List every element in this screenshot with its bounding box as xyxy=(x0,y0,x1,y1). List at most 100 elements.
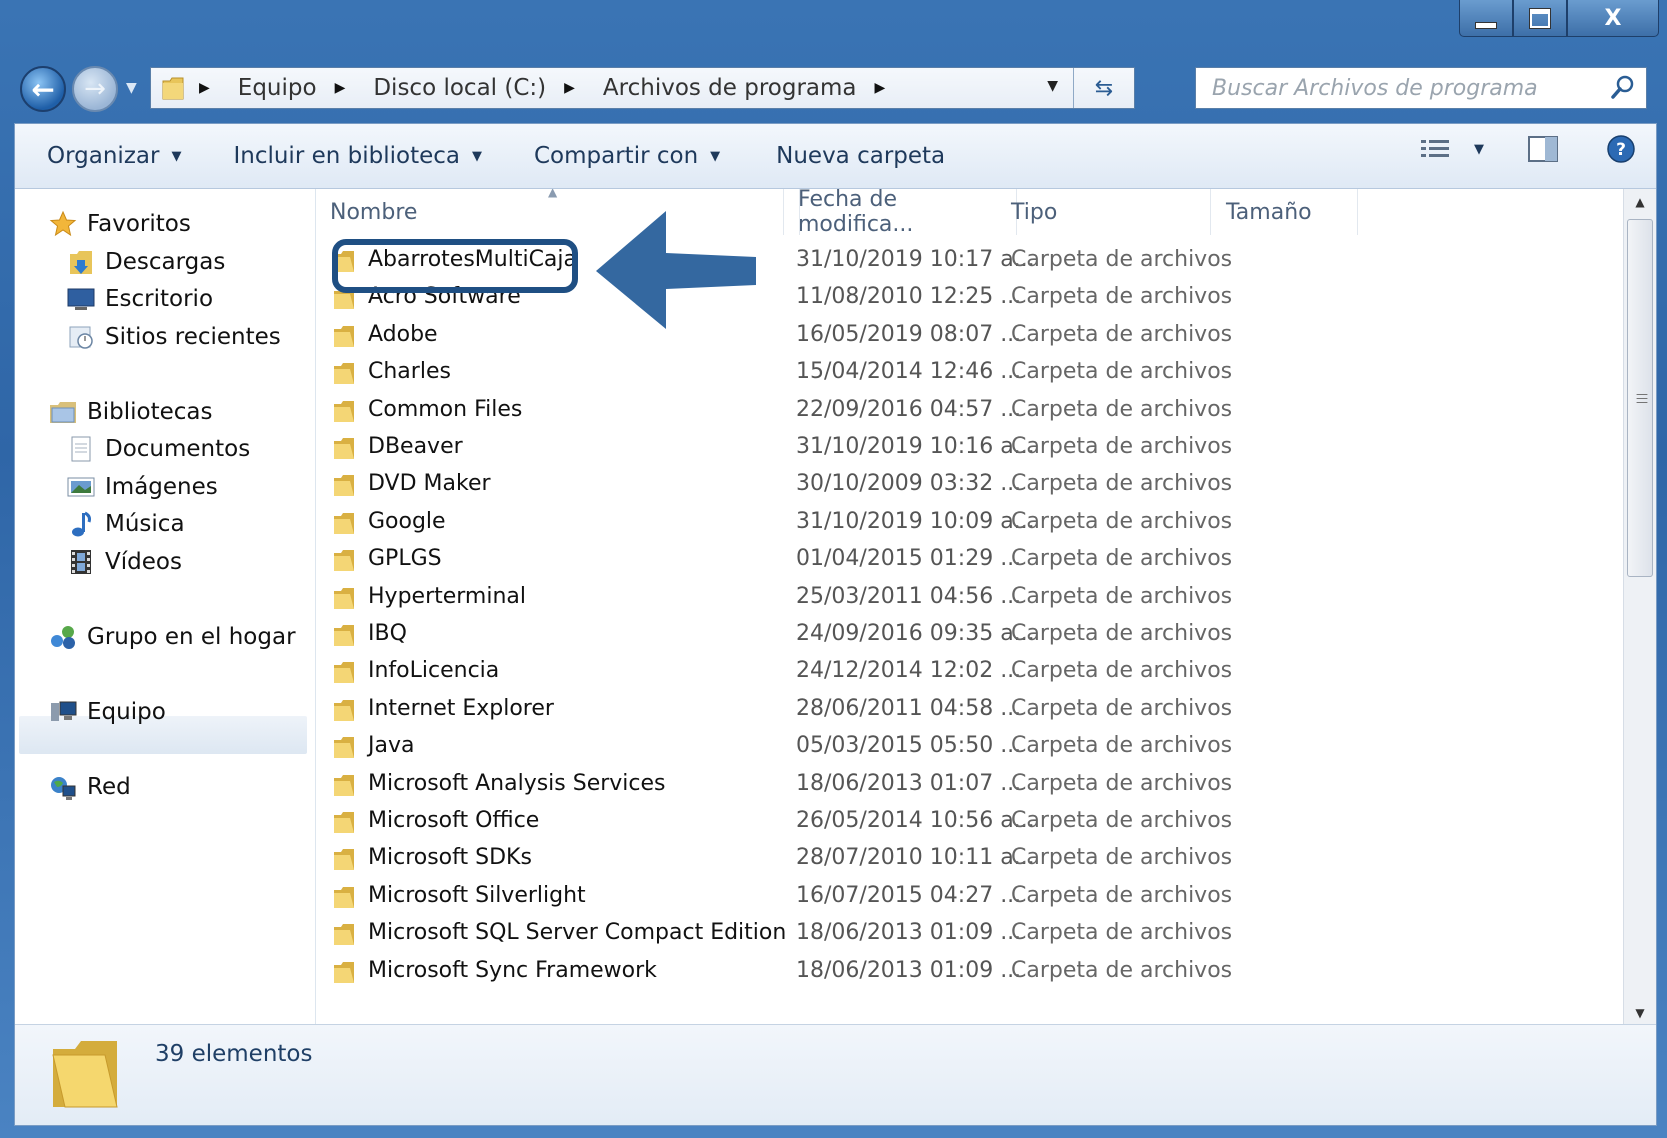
folder-icon xyxy=(334,961,354,983)
breadcrumb-label: Archivos de programa xyxy=(602,75,857,101)
organize-label: Organizar xyxy=(47,143,160,169)
forward-button[interactable]: → xyxy=(72,66,118,112)
minimize-icon xyxy=(1475,21,1497,29)
search-input[interactable] xyxy=(1210,74,1614,102)
table-row[interactable]: IBQ 24/09/2016 09:35 a... Carpeta de archi… xyxy=(316,617,1616,654)
chevron-right-icon: ▶ xyxy=(874,80,886,96)
nav-computer[interactable]: Equipo xyxy=(49,693,166,731)
maximize-button[interactable] xyxy=(1513,0,1567,37)
file-name: Adobe xyxy=(368,321,438,347)
nav-videos[interactable]: Vídeos xyxy=(67,543,182,581)
nav-music[interactable]: Música xyxy=(67,505,185,543)
callout-highlight-box xyxy=(332,239,578,293)
explorer-body: Organizar ▼ Incluir en biblioteca ▼ Compar… xyxy=(14,123,1657,1126)
breadcrumb-archivos-de-programa[interactable]: Archivos de programa ▶ xyxy=(603,75,899,101)
folder-icon xyxy=(334,475,354,497)
nav-recent-places[interactable]: Sitios recientes xyxy=(67,318,281,356)
help-icon[interactable]: ? xyxy=(1606,134,1636,164)
file-name: Google xyxy=(368,508,446,534)
breadcrumb-root[interactable]: ▶ xyxy=(199,80,224,96)
nav-label: Favoritos xyxy=(87,211,191,237)
table-row[interactable]: InfoLicencia 24/12/2014 12:02 ... Carpeta … xyxy=(316,654,1616,691)
chevron-right-icon: ▶ xyxy=(199,80,210,96)
scroll-down-button[interactable]: ▼ xyxy=(1624,1000,1656,1026)
nav-libraries[interactable]: Bibliotecas xyxy=(49,393,213,431)
file-name: Hyperterminal xyxy=(368,583,527,609)
sort-ascending-icon: ▲ xyxy=(548,189,558,199)
recent-pages-dropdown[interactable]: ▼ xyxy=(126,80,137,96)
column-header-size[interactable]: Tamaño xyxy=(1212,189,1358,235)
file-type: Carpeta de archivos xyxy=(1011,733,1233,759)
table-row[interactable]: DVD Maker 30/10/2009 03:32 ... Carpeta de … xyxy=(316,467,1616,504)
new-folder-label: Nueva carpeta xyxy=(776,143,946,169)
file-date: 01/04/2015 01:29 ... xyxy=(796,546,1022,572)
nav-label: Equipo xyxy=(87,699,166,725)
details-pane: 39 elementos xyxy=(15,1024,1656,1125)
file-type: Carpeta de archivos xyxy=(1011,882,1233,908)
nav-pictures[interactable]: Imágenes xyxy=(67,468,218,506)
table-row[interactable]: Microsoft Sync Framework 18/06/2013 01:09… xyxy=(316,954,1616,991)
file-type: Carpeta de archivos xyxy=(1011,396,1233,422)
caret-down-icon: ▼ xyxy=(171,148,182,164)
table-row[interactable]: Microsoft Office 26/05/2014 10:56 a... Car… xyxy=(316,804,1616,841)
file-date: 24/12/2014 12:02 ... xyxy=(796,658,1022,684)
table-row[interactable]: GPLGS 01/04/2015 01:29 ... Carpeta de arch… xyxy=(316,542,1616,579)
file-name: Microsoft Office xyxy=(368,808,540,833)
preview-pane-icon[interactable] xyxy=(1528,136,1558,162)
search-icon[interactable] xyxy=(1610,74,1636,102)
include-library-menu[interactable]: Incluir en biblioteca ▼ xyxy=(233,143,482,169)
table-row[interactable]: Java 05/03/2015 05:50 ... Carpeta de archi… xyxy=(316,729,1616,766)
table-row[interactable]: Common Files 22/09/2016 04:57 ... Carpeta … xyxy=(316,393,1616,430)
file-name: Microsoft Analysis Services xyxy=(368,770,666,796)
table-row[interactable]: Adobe 16/05/2019 08:07 ... Carpeta de arch… xyxy=(316,318,1616,355)
folder-icon xyxy=(334,737,354,759)
refresh-button[interactable]: ⇆ xyxy=(1073,68,1134,108)
navigation-pane: Favoritos Descargas Escritorio Sitios re… xyxy=(15,189,316,1026)
breadcrumb-equipo[interactable]: Equipo ▶ xyxy=(238,75,360,101)
file-name: DVD Maker xyxy=(368,471,491,497)
minimize-button[interactable] xyxy=(1459,0,1513,37)
file-type: Carpeta de archivos xyxy=(1011,359,1233,385)
table-row[interactable]: Google 31/10/2019 10:09 a... Carpeta de ar… xyxy=(316,505,1616,542)
table-row[interactable]: Charles 15/04/2014 12:46 ... Carpeta de ar… xyxy=(316,355,1616,392)
back-button[interactable]: ← xyxy=(20,66,66,112)
table-row[interactable]: Microsoft Analysis Services 18/06/2013 01… xyxy=(316,767,1616,804)
file-type: Carpeta de archivos xyxy=(1011,845,1233,871)
table-row[interactable]: Internet Explorer 28/06/2011 04:58 ... Car… xyxy=(316,692,1616,729)
nav-network[interactable]: Red xyxy=(49,768,131,806)
breadcrumb-disco-local[interactable]: Disco local (C:) ▶ xyxy=(373,75,589,101)
organize-menu[interactable]: Organizar ▼ xyxy=(47,143,181,169)
change-view-button[interactable]: ▼ xyxy=(1420,137,1484,161)
nav-downloads[interactable]: Descargas xyxy=(67,243,225,281)
scroll-up-button[interactable]: ▲ xyxy=(1624,189,1656,215)
file-date: 05/03/2015 05:50 ... xyxy=(796,733,1022,759)
vertical-scrollbar[interactable]: ▲ — — — ▼ xyxy=(1623,189,1656,1026)
pictures-icon xyxy=(67,473,95,501)
table-row[interactable]: Microsoft Silverlight 16/07/2015 04:27 ..… xyxy=(316,879,1616,916)
table-row[interactable]: Hyperterminal 25/03/2011 04:56 ... Carpeta… xyxy=(316,580,1616,617)
new-folder-button[interactable]: Nueva carpeta xyxy=(776,143,945,169)
refresh-icon: ⇆ xyxy=(1094,75,1114,101)
caret-down-icon[interactable]: ▼ xyxy=(1474,142,1484,157)
table-row[interactable]: DBeaver 31/10/2019 10:16 a... Carpeta de a… xyxy=(316,430,1616,467)
address-history-dropdown[interactable]: ▼ xyxy=(1047,78,1058,94)
grip-icon: — — — xyxy=(1636,387,1648,409)
music-icon xyxy=(67,510,95,538)
table-row[interactable]: Microsoft SDKs 28/07/2010 10:11 a... Carpe… xyxy=(316,841,1616,878)
column-header-type[interactable]: Tipo xyxy=(997,189,1211,235)
table-row[interactable]: Microsoft SQL Server Compact Edition 18/0… xyxy=(316,916,1616,953)
videos-icon xyxy=(67,548,95,576)
nav-label: Grupo en el hogar xyxy=(87,624,296,650)
nav-favorites[interactable]: Favoritos xyxy=(49,205,191,243)
share-with-menu[interactable]: Compartir con ▼ xyxy=(534,143,720,169)
file-type: Carpeta de archivos xyxy=(1011,434,1233,459)
scroll-thumb[interactable]: — — — xyxy=(1627,219,1653,577)
nav-desktop[interactable]: Escritorio xyxy=(67,280,213,318)
column-header-date[interactable]: Fecha de modifica... xyxy=(783,189,1017,237)
nav-homegroup[interactable]: Grupo en el hogar xyxy=(49,618,296,656)
address-bar[interactable]: ▶ Equipo ▶ Disco local (C:) ▶ Archivos de … xyxy=(150,67,1135,109)
view-controls: ▼ ? xyxy=(1390,134,1636,164)
nav-documents[interactable]: Documentos xyxy=(67,430,250,468)
search-box[interactable] xyxy=(1195,67,1647,109)
close-button[interactable]: X xyxy=(1567,0,1659,37)
